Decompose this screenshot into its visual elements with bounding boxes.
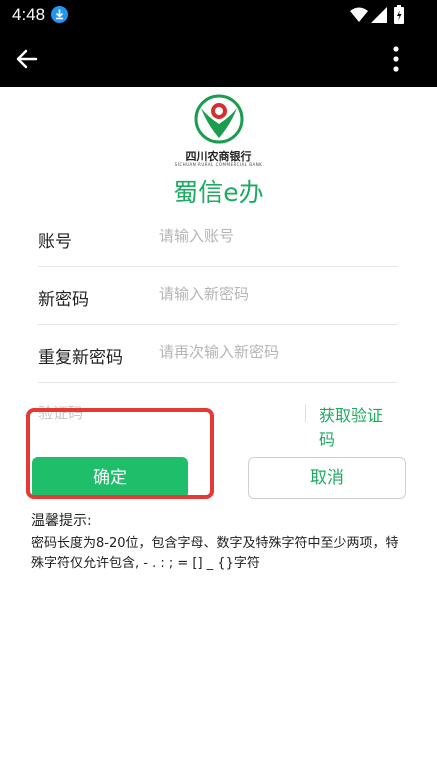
battery-icon: [394, 5, 404, 28]
back-arrow-icon[interactable]: [14, 46, 40, 72]
new-password-input[interactable]: [159, 285, 389, 303]
repeat-password-input[interactable]: [159, 343, 389, 361]
account-input[interactable]: [159, 227, 389, 245]
status-time: 4:48: [12, 5, 46, 24]
divider: [305, 404, 306, 422]
account-label: 账号: [38, 232, 72, 252]
wifi-icon: [350, 7, 368, 27]
account-field: 账号: [38, 209, 398, 267]
status-bar: 4:48: [0, 0, 437, 30]
new-password-field: 新密码: [38, 267, 398, 325]
download-icon: [51, 6, 68, 23]
signal-icon: [371, 7, 387, 27]
new-password-label: 新密码: [38, 290, 89, 310]
highlight-box: [26, 408, 214, 499]
repeat-password-label: 重复新密码: [38, 348, 123, 368]
repeat-password-field: 重复新密码: [38, 325, 398, 383]
more-options-icon[interactable]: [385, 44, 407, 74]
toolbar: [0, 30, 437, 87]
get-verification-code-button[interactable]: 获取验证码: [319, 402, 398, 450]
tips-text: 密码长度为8-20位，包含字母、数字及特殊字符中至少两项，特殊字符仅允许包含, …: [31, 536, 399, 571]
bank-name-en: SICHUAN RURAL COMMERCIAL BANK: [174, 162, 263, 167]
app-title: 蜀信e办: [173, 178, 264, 207]
cancel-button[interactable]: 取消: [248, 457, 406, 499]
tips-title: 温馨提示:: [31, 513, 92, 529]
